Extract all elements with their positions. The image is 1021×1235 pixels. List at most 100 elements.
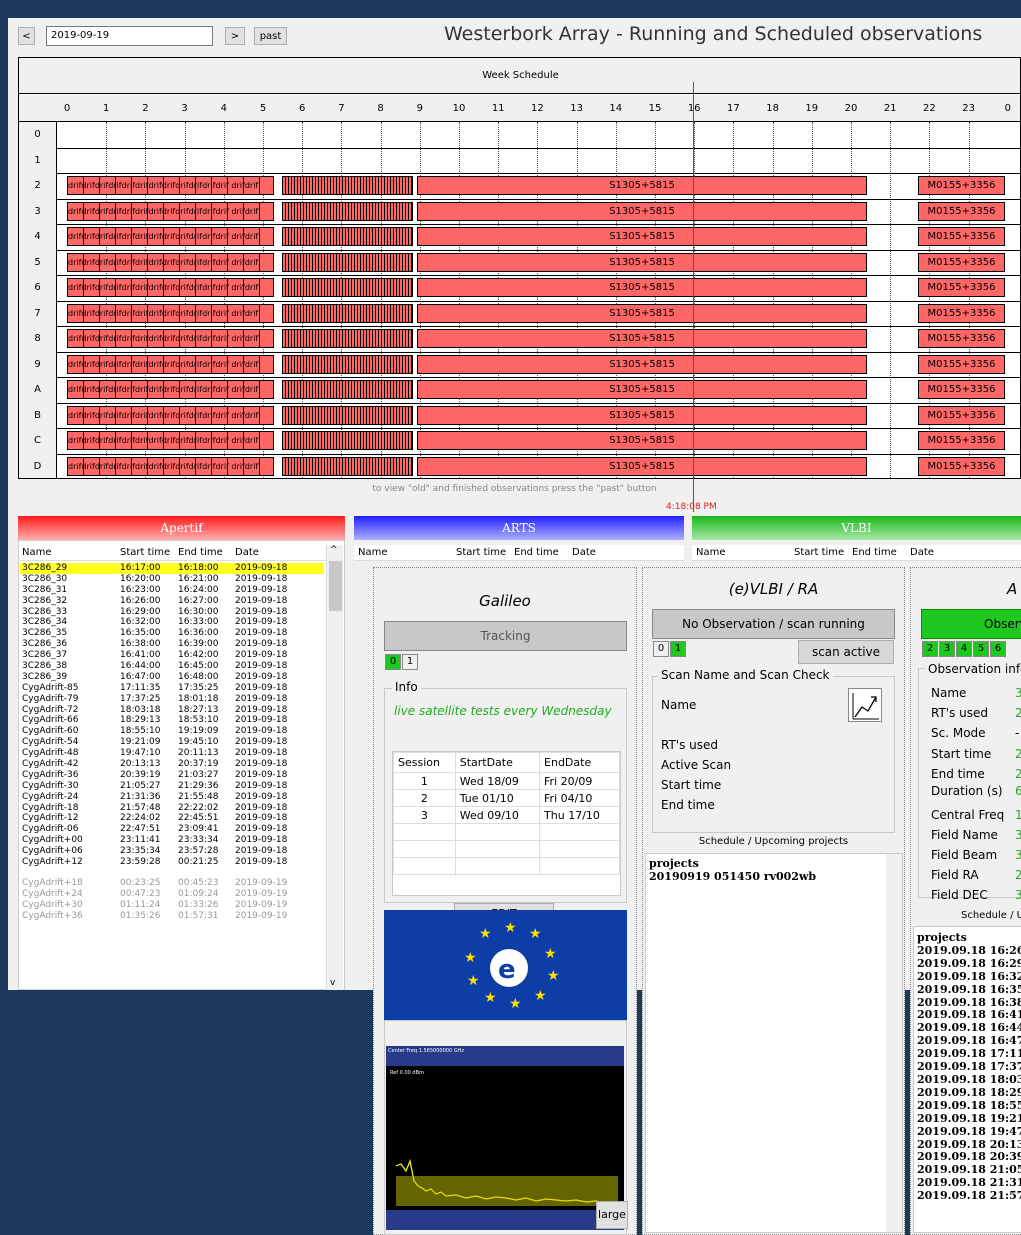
- drift-observations[interactable]: drifdrifdrifdrifdrifdrifdrifdrifdrifdrif…: [67, 354, 274, 374]
- observation-block[interactable]: S1305+5815: [417, 252, 867, 272]
- list-item[interactable]: CygAdrift+36 01:35:26 01:57:31 2019-09-19: [20, 911, 324, 922]
- list-item[interactable]: CygAdrift-85 17:11:35 17:35:25 2019-09-18: [20, 683, 324, 694]
- project-item[interactable]: 2019.09.18 16:29:0: [914, 957, 1021, 971]
- late-observation-block[interactable]: M0155+3356: [918, 303, 1005, 323]
- calibrator-observations[interactable]: [282, 329, 413, 348]
- drift-observations[interactable]: drifdrifdrifdrifdrifdrifdrifdrifdrifdrif…: [67, 252, 274, 272]
- list-item[interactable]: CygAdrift+24 00:47:23 01:09:24 2019-09-19: [20, 889, 324, 900]
- list-item[interactable]: 3C286_32 16:26:00 16:27:00 2019-09-18: [20, 596, 324, 607]
- table-row[interactable]: [393, 840, 620, 858]
- project-item[interactable]: 2019.09.18 21:57:4: [914, 1189, 1021, 1203]
- evlbi-projects-scrollbar[interactable]: [886, 854, 902, 1232]
- past-button[interactable]: past: [254, 27, 287, 45]
- late-observation-block[interactable]: M0155+3356: [918, 456, 1005, 476]
- calibrator-observations[interactable]: [282, 354, 413, 374]
- list-item[interactable]: 3C286_29 16:17:00 16:18:00 2019-09-18: [20, 563, 324, 574]
- drift-observations[interactable]: drifdrifdrifdrifdrifdrifdrifdrifdrifdrif…: [67, 227, 274, 246]
- list-item[interactable]: 3C286_30 16:20:00 16:21:00 2019-09-18: [20, 574, 324, 585]
- list-item[interactable]: 3C286_38 16:44:00 16:45:00 2019-09-18: [20, 661, 324, 672]
- table-row[interactable]: 3 Wed 09/10 Thu 17/10: [393, 806, 620, 824]
- observation-block[interactable]: S1305+5815: [417, 456, 867, 476]
- list-item[interactable]: 3C286_36 16:38:00 16:39:00 2019-09-18: [20, 639, 324, 650]
- vlbi-col-name[interactable]: Name: [696, 545, 726, 561]
- drift-observations[interactable]: drifdrifdrifdrifdrifdrifdrifdrifdrifdrif…: [67, 176, 274, 195]
- scroll-thumb[interactable]: [329, 561, 342, 611]
- drift-observations[interactable]: drifdrifdrifdrifdrifdrifdrifdrifdrifdrif…: [67, 456, 274, 476]
- next-day-button[interactable]: >: [225, 27, 245, 45]
- list-item[interactable]: 3C286_31 16:23:00 16:24:00 2019-09-18: [20, 585, 324, 596]
- observation-block[interactable]: S1305+5815: [417, 278, 867, 297]
- col-start[interactable]: Start time: [120, 545, 170, 561]
- apertif-scrollbar[interactable]: ^ v: [326, 545, 343, 990]
- late-observation-block[interactable]: M0155+3356: [918, 405, 1005, 425]
- list-item[interactable]: 3C286_33 16:29:00 16:30:00 2019-09-18: [20, 607, 324, 618]
- late-observation-block[interactable]: M0155+3356: [918, 278, 1005, 297]
- project-item[interactable]: 2019.09.18 16:26:0: [914, 944, 1021, 958]
- scan-active-button[interactable]: scan active: [798, 640, 894, 664]
- late-observation-block[interactable]: M0155+3356: [918, 201, 1005, 221]
- list-item[interactable]: CygAdrift-06 22:47:51 23:09:41 2019-09-18: [20, 824, 324, 835]
- arts-col-start[interactable]: Start time: [456, 545, 506, 561]
- project-item[interactable]: 2019.09.18 18:55:1: [914, 1099, 1021, 1113]
- arts-col-end[interactable]: End time: [514, 545, 559, 561]
- table-row[interactable]: 1 Wed 18/09 Fri 20/09: [393, 772, 620, 790]
- chart-icon[interactable]: [848, 688, 882, 722]
- list-item[interactable]: 3C286_35 16:35:00 16:36:00 2019-09-18: [20, 628, 324, 639]
- vlbi-col-end[interactable]: End time: [852, 545, 897, 561]
- drift-observations[interactable]: drifdrifdrifdrifdrifdrifdrifdrifdrifdrif…: [67, 380, 274, 399]
- list-item[interactable]: CygAdrift+00 23:11:41 23:33:34 2019-09-18: [20, 835, 324, 846]
- list-item[interactable]: 3C286_37 16:41:00 16:42:00 2019-09-18: [20, 650, 324, 661]
- list-item[interactable]: CygAdrift-18 21:57:48 22:22:02 2019-09-18: [20, 803, 324, 814]
- observation-block[interactable]: S1305+5815: [417, 201, 867, 221]
- date-field[interactable]: 2019-09-19: [46, 26, 213, 46]
- observation-block[interactable]: S1305+5815: [417, 329, 867, 348]
- drift-observations[interactable]: drifdrifdrifdrifdrifdrifdrifdrifdrifdrif…: [67, 303, 274, 323]
- col-end[interactable]: End time: [178, 545, 223, 561]
- list-item[interactable]: CygAdrift+30 01:11:24 01:33:26 2019-09-19: [20, 900, 324, 911]
- calibrator-observations[interactable]: [282, 303, 413, 323]
- observation-block[interactable]: S1305+5815: [417, 227, 867, 246]
- late-observation-block[interactable]: M0155+3356: [918, 354, 1005, 374]
- list-item[interactable]: CygAdrift+06 23:35:34 23:57:28 2019-09-18: [20, 846, 324, 857]
- list-item[interactable]: CygAdrift-54 19:21:09 19:45:10 2019-09-18: [20, 737, 324, 748]
- list-item[interactable]: CygAdrift-72 18:03:18 18:27:13 2019-09-18: [20, 705, 324, 716]
- list-item[interactable]: CygAdrift-48 19:47:10 20:11:13 2019-09-18: [20, 748, 324, 759]
- vlbi-col-start[interactable]: Start time: [794, 545, 844, 561]
- list-item[interactable]: CygAdrift-42 20:13:13 20:37:19 2019-09-18: [20, 759, 324, 770]
- arts-col-date[interactable]: Date: [572, 545, 596, 561]
- scroll-down-icon[interactable]: v: [330, 978, 335, 988]
- project-item[interactable]: 2019.09.18 16:32:0: [914, 970, 1021, 984]
- project-item[interactable]: 2019.09.18 19:47:1: [914, 1125, 1021, 1139]
- arts-col-name[interactable]: Name: [358, 545, 388, 561]
- list-item[interactable]: 3C286_39 16:47:00 16:48:00 2019-09-18: [20, 672, 324, 683]
- calibrator-observations[interactable]: [282, 176, 413, 195]
- observation-block[interactable]: S1305+5815: [417, 354, 867, 374]
- project-item[interactable]: 2019.09.18 19:21:0: [914, 1112, 1021, 1126]
- calibrator-observations[interactable]: [282, 227, 413, 246]
- table-row[interactable]: [393, 823, 620, 841]
- observation-block[interactable]: S1305+5815: [417, 176, 867, 195]
- late-observation-block[interactable]: M0155+3356: [918, 176, 1005, 195]
- list-item[interactable]: CygAdrift-79 17:37:25 18:01:18 2019-09-18: [20, 694, 324, 705]
- evlbi-project-item[interactable]: 20190919 051450 rv002wb: [646, 870, 902, 884]
- project-item[interactable]: 2019.09.18 18:03:1: [914, 1073, 1021, 1087]
- list-item[interactable]: CygAdrift-36 20:39:19 21:03:27 2019-09-18: [20, 770, 324, 781]
- observation-block[interactable]: S1305+5815: [417, 380, 867, 399]
- calibrator-observations[interactable]: [282, 405, 413, 425]
- observation-block[interactable]: S1305+5815: [417, 431, 867, 450]
- observation-block[interactable]: S1305+5815: [417, 303, 867, 323]
- late-observation-block[interactable]: M0155+3356: [918, 227, 1005, 246]
- list-item[interactable]: CygAdrift-66 18:29:13 18:53:10 2019-09-18: [20, 715, 324, 726]
- drift-observations[interactable]: drifdrifdrifdrifdrifdrifdrifdrifdrifdrif…: [67, 201, 274, 221]
- project-item[interactable]: 2019.09.18 18:29:1: [914, 1086, 1021, 1100]
- calibrator-observations[interactable]: [282, 380, 413, 399]
- drift-observations[interactable]: drifdrifdrifdrifdrifdrifdrifdrifdrifdrif…: [67, 278, 274, 297]
- calibrator-observations[interactable]: [282, 278, 413, 297]
- table-row[interactable]: 2 Tue 01/10 Fri 04/10: [393, 789, 620, 807]
- list-item[interactable]: CygAdrift-60 18:55:10 19:19:09 2019-09-18: [20, 726, 324, 737]
- drift-observations[interactable]: drifdrifdrifdrifdrifdrifdrifdrifdrifdrif…: [67, 405, 274, 425]
- col-date[interactable]: Date: [235, 545, 259, 561]
- list-item[interactable]: CygAdrift-24 21:31:36 21:55:48 2019-09-18: [20, 792, 324, 803]
- calibrator-observations[interactable]: [282, 431, 413, 450]
- list-item[interactable]: CygAdrift+18 00:23:25 00:45:23 2019-09-19: [20, 878, 324, 889]
